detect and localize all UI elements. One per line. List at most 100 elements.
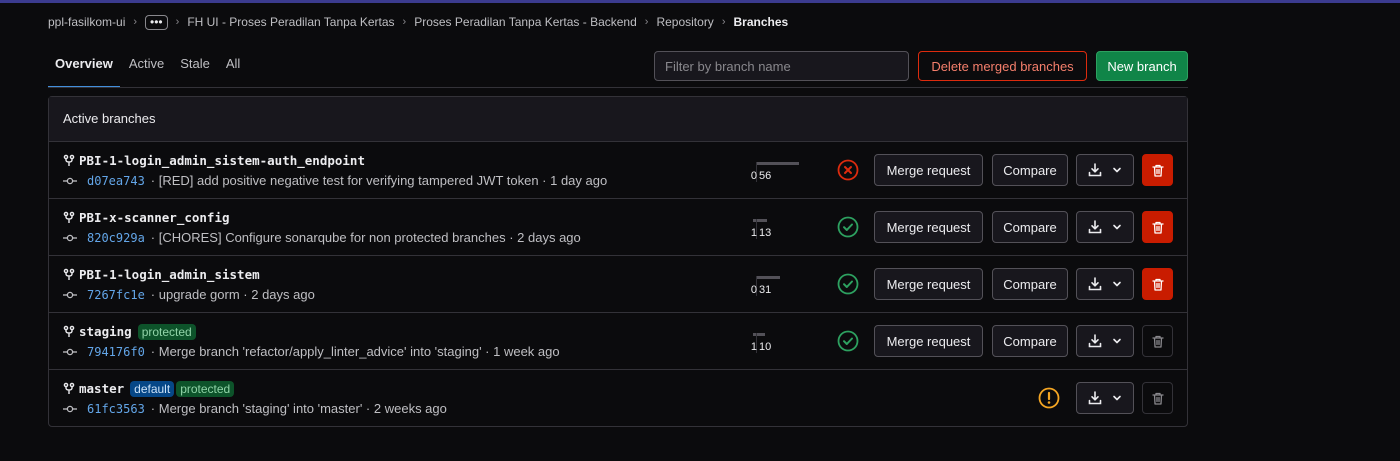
protected-badge: protected (176, 381, 235, 397)
breadcrumb-item-repository[interactable]: Repository (656, 15, 713, 29)
breadcrumb: ppl-fasilkom-ui › ••• › FH UI - Proses P… (48, 13, 788, 31)
branch-row: PBI-1-login_admin_sistem-auth_endpoint d… (49, 142, 1187, 199)
commit-message: · [RED] add positive negative test for v… (150, 173, 608, 188)
delete-branch-button[interactable] (1142, 382, 1173, 414)
delete-branch-button[interactable] (1142, 268, 1173, 300)
branch-name-link[interactable]: PBI-1-login_admin_sistem-auth_endpoint (79, 153, 365, 168)
breadcrumb-item-subgroup[interactable]: FH UI - Proses Peradilan Tanpa Kertas (187, 15, 394, 29)
divergence-graph: 0 56 (745, 160, 801, 184)
pipeline-passed-icon[interactable] (837, 273, 859, 295)
commit-icon (63, 404, 77, 414)
commits-ahead-count: 31 (759, 284, 772, 296)
commit-sha-link[interactable]: 794176f0 (87, 345, 145, 359)
branch-name-link[interactable]: master (79, 381, 124, 396)
commit-icon (63, 347, 77, 357)
download-dropdown-button[interactable] (1076, 325, 1134, 357)
download-dropdown-button[interactable] (1076, 154, 1134, 186)
compare-button[interactable]: Compare (992, 154, 1068, 186)
new-branch-button[interactable]: New branch (1096, 51, 1188, 81)
merge-request-button[interactable]: Merge request (874, 211, 983, 243)
commit-line: 61fc3563 · Merge branch 'staging' into '… (63, 401, 447, 416)
pipeline-passed-icon[interactable] (837, 216, 859, 238)
download-dropdown-button[interactable] (1076, 268, 1134, 300)
chevron-right-icon: › (644, 16, 649, 28)
delete-merged-branches-button[interactable]: Delete merged branches (918, 51, 1087, 81)
merge-request-button[interactable]: Merge request (874, 268, 983, 300)
commit-message: · Merge branch 'refactor/apply_linter_ad… (150, 344, 560, 359)
ahead-bar (757, 276, 781, 279)
breadcrumb-more-button[interactable]: ••• (145, 14, 168, 30)
tab-all[interactable]: All (219, 52, 247, 88)
merge-request-button[interactable]: Merge request (874, 325, 983, 357)
download-icon (1088, 163, 1102, 177)
commit-line: 7267fc1e · upgrade gorm · 2 days ago (63, 287, 315, 302)
download-dropdown-button[interactable] (1076, 382, 1134, 414)
commit-sha-link[interactable]: d07ea743 (87, 174, 145, 188)
branch-name-link[interactable]: PBI-x-scanner_config (79, 210, 230, 225)
trash-icon (1151, 278, 1164, 291)
branch-name-line: PBI-1-login_admin_sistem-auth_endpoint (63, 153, 369, 168)
branch-name-line: PBI-x-scanner_config (63, 210, 234, 225)
branch-icon (63, 325, 75, 339)
commits-behind-count: 1 (750, 227, 757, 239)
branch-row: PBI-1-login_admin_sistem 7267fc1e · upgr… (49, 256, 1187, 313)
breadcrumb-current: Branches (733, 15, 789, 29)
divergence-graph: 1 13 (745, 217, 801, 241)
download-icon (1088, 277, 1102, 291)
delete-branch-button[interactable] (1142, 154, 1173, 186)
trash-icon (1151, 392, 1164, 405)
merge-request-button[interactable]: Merge request (874, 154, 983, 186)
branch-filter-input[interactable] (654, 51, 909, 81)
branch-name-line: PBI-1-login_admin_sistem (63, 267, 264, 282)
chevron-right-icon: › (402, 16, 407, 28)
chevron-down-icon (1112, 394, 1122, 402)
protected-badge: protected (137, 324, 196, 340)
tab-overview[interactable]: Overview (48, 52, 120, 88)
branch-icon (63, 382, 75, 396)
commits-ahead-count: 13 (759, 227, 772, 239)
tab-active[interactable]: Active (122, 52, 171, 88)
chevron-right-icon: › (133, 16, 138, 28)
divergence-graph: 1 10 (745, 331, 801, 355)
pipeline-passed-icon[interactable] (837, 330, 859, 352)
commit-sha-link[interactable]: 61fc3563 (87, 402, 145, 416)
download-dropdown-button[interactable] (1076, 211, 1134, 243)
branch-tabs: Overview Active Stale All (48, 52, 247, 88)
branch-name-line: master default protected (63, 381, 235, 397)
commit-line: 794176f0 · Merge branch 'refactor/apply_… (63, 344, 560, 359)
breadcrumb-item-project[interactable]: Proses Peradilan Tanpa Kertas - Backend (414, 15, 637, 29)
pipeline-failed-icon[interactable] (837, 159, 859, 181)
branch-name-link[interactable]: PBI-1-login_admin_sistem (79, 267, 260, 282)
commits-behind-count: 1 (750, 341, 757, 353)
trash-icon (1151, 221, 1164, 234)
branch-row: PBI-x-scanner_config 820c929a · [CHORES]… (49, 199, 1187, 256)
ahead-bar (757, 162, 799, 165)
chevron-down-icon (1112, 337, 1122, 345)
commit-line: 820c929a · [CHORES] Configure sonarqube … (63, 230, 581, 245)
download-icon (1088, 391, 1102, 405)
branch-icon (63, 154, 75, 168)
tab-stale[interactable]: Stale (173, 52, 217, 88)
chevron-down-icon (1112, 280, 1122, 288)
trash-icon (1151, 164, 1164, 177)
compare-button[interactable]: Compare (992, 211, 1068, 243)
breadcrumb-item-group[interactable]: ppl-fasilkom-ui (48, 15, 125, 29)
commit-sha-link[interactable]: 7267fc1e (87, 288, 145, 302)
branch-name-link[interactable]: staging (79, 324, 132, 339)
commit-message: · [CHORES] Configure sonarqube for non p… (150, 230, 581, 245)
commit-icon (63, 233, 77, 243)
commit-line: d07ea743 · [RED] add positive negative t… (63, 173, 607, 188)
delete-branch-button[interactable] (1142, 325, 1173, 357)
commit-sha-link[interactable]: 820c929a (87, 231, 145, 245)
branch-name-line: staging protected (63, 324, 196, 340)
commits-ahead-count: 56 (759, 170, 772, 182)
top-accent-line (0, 0, 1400, 3)
default-badge: default (130, 381, 175, 397)
commits-ahead-count: 10 (759, 341, 772, 353)
pipeline-warning-icon[interactable] (1038, 387, 1060, 409)
chevron-down-icon (1112, 166, 1122, 174)
delete-branch-button[interactable] (1142, 211, 1173, 243)
active-branches-panel: Active branches PBI-1-login_admin_sistem… (48, 96, 1188, 427)
compare-button[interactable]: Compare (992, 325, 1068, 357)
compare-button[interactable]: Compare (992, 268, 1068, 300)
